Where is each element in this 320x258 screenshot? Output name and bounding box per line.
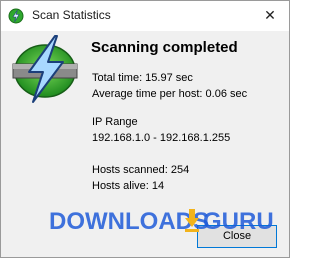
window-title: Scan Statistics (32, 8, 111, 22)
lightning-bolt-icon (12, 35, 78, 103)
total-time-text: Total time: 15.97 sec (92, 72, 193, 84)
scan-status-heading: Scanning completed (91, 39, 238, 56)
hosts-alive-text: Hosts alive: 14 (92, 180, 165, 192)
ip-range-value: 192.168.1.0 - 192.168.1.255 (92, 132, 231, 144)
average-time-text: Average time per host: 0.06 sec (92, 88, 248, 100)
watermark-text-left: DOWNLOADS (49, 208, 209, 235)
ip-range-label: IP Range (92, 116, 138, 128)
scan-statistics-window: Scan Statistics ✕ Scanning completed Tot… (0, 0, 290, 258)
hosts-scanned-text: Hosts scanned: 254 (92, 164, 190, 176)
close-icon[interactable]: ✕ (255, 1, 285, 31)
title-bar: Scan Statistics ✕ (1, 1, 289, 31)
close-button[interactable]: Close (197, 225, 277, 248)
angry-ip-scanner-icon (8, 8, 24, 24)
